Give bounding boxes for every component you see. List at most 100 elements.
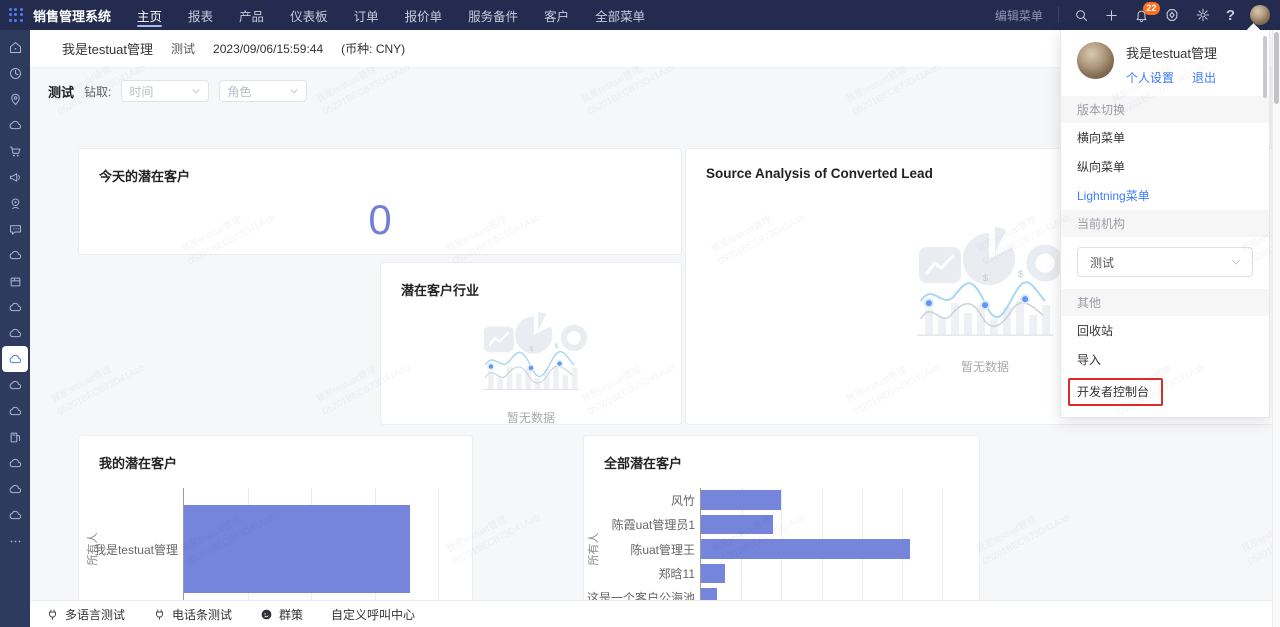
bar-rows [184, 488, 438, 600]
navbar-divider [1058, 7, 1059, 23]
sidebar-item-home-0[interactable] [2, 34, 28, 60]
nav-item-8[interactable]: 全部菜单 [595, 0, 645, 30]
gridline [438, 488, 439, 600]
chevron-down-icon [191, 86, 201, 96]
time-filter-select[interactable]: 时间 [121, 80, 209, 102]
plus-icon[interactable] [1104, 8, 1119, 23]
bar-0 [184, 505, 410, 593]
menu-item-0-2[interactable]: Lightning菜单 [1061, 181, 1269, 210]
empty-state: $ $ 暂无数据 [381, 305, 681, 426]
category-label-0: 我是testuat管理 [99, 488, 178, 600]
sidebar-item-cloud-8[interactable] [2, 242, 28, 268]
sidebar-item-location-pin-2[interactable] [2, 86, 28, 112]
menu-item-0-1[interactable]: 纵向菜单 [1061, 152, 1269, 181]
user-name: 我是testuat管理 [1126, 43, 1217, 62]
sidebar-item-megaphone-5[interactable] [2, 164, 28, 190]
menu-item-0-0[interactable]: 横向菜单 [1061, 123, 1269, 152]
sidebar-item-cloud-17[interactable] [2, 476, 28, 502]
profile-settings-link[interactable]: 个人设置 [1126, 69, 1174, 86]
nav-item-3[interactable]: 仪表板 [290, 0, 328, 30]
sidebar-item-pump-15[interactable] [2, 424, 28, 450]
nav-item-6[interactable]: 服务备件 [468, 0, 518, 30]
footer-item-label: 群策 [279, 606, 303, 623]
time-filter-value: 时间 [129, 83, 153, 100]
y-axis-group-label: 所有人 [586, 488, 600, 600]
bottom-utility-bar: 多语言测试 电话条测试 群策 自定义呼叫中心 [30, 600, 1280, 627]
bar-chart: 所有人 我是testuat管理 0100200300400 [79, 488, 472, 600]
settings-gear-icon[interactable] [1195, 7, 1211, 23]
nav-item-1[interactable]: 报表 [188, 0, 213, 30]
chat-solid-icon [260, 608, 273, 621]
highlighted-menu-item: 开发者控制台 [1068, 378, 1163, 406]
sidebar-item-cloud-18[interactable] [2, 502, 28, 528]
footer-item-label: 自定义呼叫中心 [331, 606, 415, 623]
top-navbar: 销售管理系统 主页报表产品仪表板订单报价单服务备件客户全部菜单 编辑菜单 22 … [0, 0, 1280, 30]
bar-3 [701, 564, 725, 584]
bar-chart: 所有人 风竹陈霞uat管理员1陈uat管理王郑晗11这是一个客户公海池 0510… [584, 488, 979, 600]
role-filter-select[interactable]: 角色 [219, 80, 307, 102]
sidebar-item-cart-4[interactable] [2, 138, 28, 164]
app-market-icon[interactable] [1164, 7, 1180, 23]
svg-text:$: $ [555, 343, 559, 350]
drill-label: 钻取: [84, 83, 111, 100]
search-icon[interactable] [1074, 8, 1089, 23]
filter-bar: 测试 钻取: 时间 角色 [30, 80, 307, 102]
menu-item-2-1[interactable]: 导入 [1061, 345, 1269, 374]
nav-item-4[interactable]: 订单 [354, 0, 379, 30]
help-icon[interactable]: ? [1226, 8, 1235, 23]
footer-item-1[interactable]: 电话条测试 [153, 606, 232, 623]
sidebar-item-clock-1[interactable] [2, 60, 28, 86]
today-leads-value: 0 [79, 199, 681, 241]
gridline [942, 488, 943, 600]
org-select[interactable]: 测试 [1077, 247, 1253, 277]
bar-2 [701, 539, 910, 559]
edit-menu-button[interactable]: 编辑菜单 [995, 7, 1043, 24]
sidebar-item-cloud-13[interactable] [2, 372, 28, 398]
footer-item-label: 多语言测试 [65, 606, 125, 623]
bar-1 [701, 515, 773, 535]
menu-item-2-2[interactable]: 开发者控制台 [1061, 374, 1269, 411]
bar-rows [701, 488, 942, 600]
main-nav: 主页报表产品仪表板订单报价单服务备件客户全部菜单 [137, 0, 645, 30]
sidebar-item-webcam-6[interactable] [2, 190, 28, 216]
menu-section-header-1: 当前机构 [1061, 210, 1269, 237]
app-launcher-icon[interactable] [9, 8, 23, 22]
bar-4 [701, 588, 717, 600]
card-title: 潜在客户行业 [381, 263, 681, 299]
sidebar-item-cloud-11[interactable] [2, 320, 28, 346]
footer-item-2[interactable]: 群策 [260, 606, 303, 623]
sidebar-item-cloud-3[interactable] [2, 112, 28, 138]
filter-title: 测试 [48, 82, 74, 101]
footer-item-0[interactable]: 多语言测试 [46, 606, 125, 623]
card-lead-industry: 潜在客户行业 $ $ 暂无数据 [380, 262, 682, 425]
card-my-leads-chart: 我的潜在客户 所有人 我是testuat管理 0100200300400 [78, 435, 473, 600]
nav-item-5[interactable]: 报价单 [405, 0, 443, 30]
menu-section-header-2: 其他 [1061, 289, 1269, 316]
menu-item-2-0[interactable]: 回收站 [1061, 316, 1269, 345]
org-select-value: 测试 [1090, 254, 1114, 271]
dashboard-timestamp: 2023/09/06/15:59:44 [213, 42, 323, 56]
plot-area: 0100200300400 [183, 488, 438, 600]
sidebar-item-cloud-12[interactable] [2, 346, 28, 372]
y-axis-group-label: 所有人 [85, 488, 99, 600]
sidebar-item-cloud-14[interactable] [2, 398, 28, 424]
sidebar-item-more-19[interactable] [2, 528, 28, 554]
svg-text:$: $ [530, 346, 534, 353]
bell-icon[interactable]: 22 [1134, 8, 1149, 23]
user-menu-header: 我是testuat管理 个人设置 退出 [1061, 30, 1269, 96]
logout-link[interactable]: 退出 [1192, 69, 1216, 86]
nav-item-7[interactable]: 客户 [544, 0, 569, 30]
panel-scrollbar-thumb[interactable] [1263, 36, 1267, 98]
sidebar-item-cloud-10[interactable] [2, 294, 28, 320]
scrollbar-thumb[interactable] [1274, 32, 1279, 104]
sidebar-item-chat-7[interactable] [2, 216, 28, 242]
category-label-1: 陈霞uat管理员1 [600, 512, 695, 536]
currency-note: (币种: CNY) [341, 40, 405, 57]
sidebar-item-box-9[interactable] [2, 268, 28, 294]
menu-section-header-0: 版本切换 [1061, 96, 1269, 123]
sidebar-item-cloud-16[interactable] [2, 450, 28, 476]
window-scrollbar [1272, 30, 1280, 627]
nav-item-2[interactable]: 产品 [239, 0, 264, 30]
footer-item-3[interactable]: 自定义呼叫中心 [331, 606, 415, 623]
nav-item-0[interactable]: 主页 [137, 0, 162, 30]
